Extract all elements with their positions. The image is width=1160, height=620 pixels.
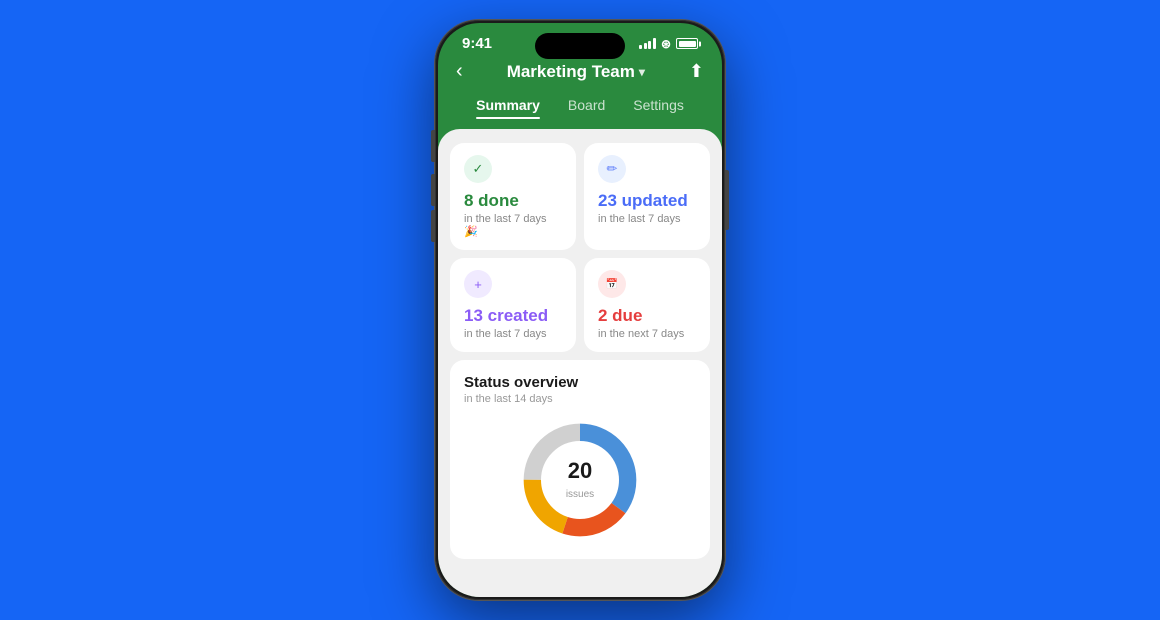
stat-card-due[interactable]: 📅 2 due in the next 7 days bbox=[584, 258, 710, 352]
donut-total-number: 20 bbox=[566, 458, 594, 484]
phone-screen: 9:41 ⊛ ‹ Marketing Team ▾ ⬆ bbox=[438, 23, 722, 597]
nav-title: Marketing Team ▾ bbox=[507, 62, 645, 82]
due-icon: 📅 bbox=[598, 270, 626, 298]
tab-bar: Summary Board Settings bbox=[438, 91, 722, 129]
battery-fill bbox=[679, 41, 696, 47]
stat-card-done[interactable]: ✓ 8 done in the last 7 days 🎉 bbox=[450, 143, 576, 250]
updated-icon: ✏ bbox=[598, 155, 626, 183]
due-label: in the next 7 days bbox=[598, 328, 696, 340]
nav-title-text: Marketing Team bbox=[507, 62, 635, 82]
tab-settings[interactable]: Settings bbox=[619, 91, 698, 119]
donut-chart-container: 20 issues bbox=[464, 415, 696, 545]
status-icons: ⊛ bbox=[639, 37, 698, 51]
dynamic-island bbox=[535, 33, 625, 59]
status-bar: 9:41 ⊛ bbox=[438, 23, 722, 56]
stats-grid: ✓ 8 done in the last 7 days 🎉 ✏ 23 updat… bbox=[450, 143, 710, 352]
donut-total-label: issues bbox=[566, 489, 594, 500]
overview-subtitle: in the last 14 days bbox=[464, 393, 696, 405]
phone-frame: 9:41 ⊛ ‹ Marketing Team ▾ ⬆ bbox=[435, 20, 725, 600]
created-number: 13 created bbox=[464, 306, 562, 326]
updated-label: in the last 7 days bbox=[598, 213, 696, 225]
signal-bars-icon bbox=[639, 38, 656, 49]
back-button[interactable]: ‹ bbox=[456, 60, 463, 83]
status-time: 9:41 bbox=[462, 35, 492, 52]
done-number: 8 done bbox=[464, 191, 562, 211]
share-button[interactable]: ⬆ bbox=[689, 61, 704, 82]
stat-card-updated[interactable]: ✏ 23 updated in the last 7 days bbox=[584, 143, 710, 250]
overview-card: Status overview in the last 14 days bbox=[450, 360, 710, 559]
created-label: in the last 7 days bbox=[464, 328, 562, 340]
updated-number: 23 updated bbox=[598, 191, 696, 211]
tab-board[interactable]: Board bbox=[554, 91, 619, 119]
nav-bar: ‹ Marketing Team ▾ ⬆ bbox=[438, 56, 722, 91]
due-number: 2 due bbox=[598, 306, 696, 326]
done-icon: ✓ bbox=[464, 155, 492, 183]
stat-card-created[interactable]: + 13 created in the last 7 days bbox=[450, 258, 576, 352]
done-label: in the last 7 days 🎉 bbox=[464, 213, 562, 238]
donut-center: 20 issues bbox=[566, 458, 594, 502]
battery-icon bbox=[676, 38, 698, 49]
tab-summary[interactable]: Summary bbox=[462, 91, 554, 119]
nav-dropdown-icon[interactable]: ▾ bbox=[639, 65, 645, 79]
created-icon: + bbox=[464, 270, 492, 298]
main-content: ✓ 8 done in the last 7 days 🎉 ✏ 23 updat… bbox=[438, 129, 722, 597]
wifi-icon: ⊛ bbox=[661, 37, 671, 51]
overview-title: Status overview bbox=[464, 374, 696, 391]
